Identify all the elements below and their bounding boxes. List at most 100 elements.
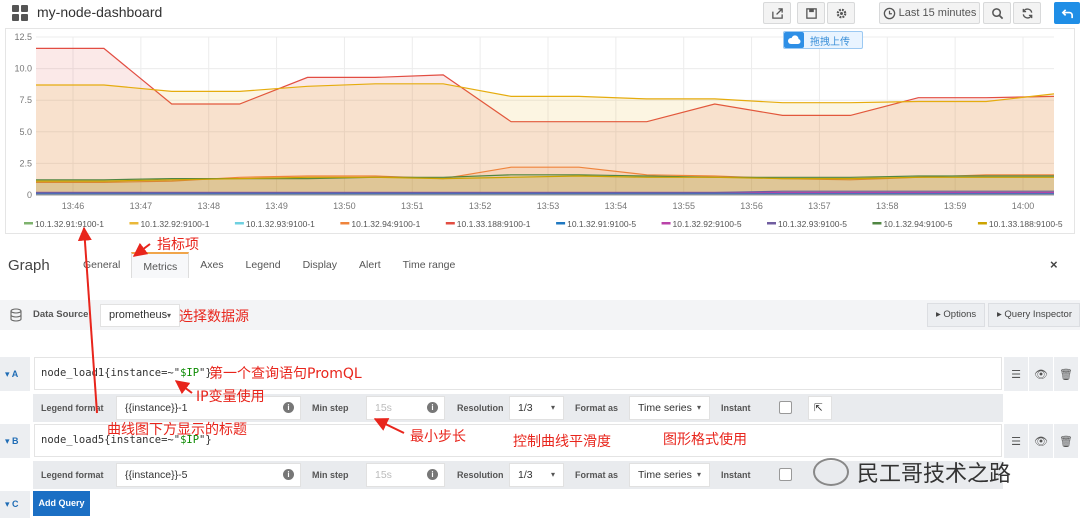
query-b-legend-format-value: {{instance}}-5 [125, 469, 188, 481]
legend-swatch [977, 222, 987, 225]
annotation-ip-variable: IP变量使用 [196, 389, 265, 405]
query-b-min-step-input[interactable]: 15s i [366, 463, 445, 487]
query-a-min-step-placeholder: 15s [375, 402, 392, 414]
legend-swatch [767, 222, 776, 225]
query-b-legend-format-input[interactable]: {{instance}}-5 i [116, 463, 301, 487]
top-navbar: my-node-dashboard Last 15 minutes [0, 0, 1080, 28]
annotation-data-source: 选择数据源 [179, 309, 249, 325]
watermark-text: 民工哥技术之路 [857, 462, 1012, 487]
query-a-expr-prefix: node_load1{instance=~" [41, 367, 181, 379]
x-tick-label: 13:46 [62, 201, 85, 211]
legend-swatch [556, 222, 566, 225]
legend-swatch [234, 222, 244, 225]
editor-tabs: General Metrics Axes Legend Display Aler… [72, 252, 466, 278]
time-picker-button[interactable]: Last 15 minutes [879, 2, 980, 24]
tab-axes[interactable]: Axes [189, 252, 234, 278]
x-tick-label: 13:55 [672, 201, 695, 211]
query-a-format-as-value: Time series [638, 402, 692, 414]
query-a-format-as-select[interactable]: Time series ▾ [629, 396, 710, 420]
query-b-instant-label: Instant [721, 470, 751, 480]
x-tick-label: 13:47 [130, 201, 153, 211]
chevron-down-icon: ▾ [696, 470, 701, 479]
back-button[interactable] [1054, 2, 1080, 24]
query-a-min-step-label: Min step [312, 403, 349, 413]
query-b-menu-icon[interactable]: ☰ [1003, 424, 1028, 458]
query-a-legend-format-value: {{instance}}-1 [125, 402, 188, 414]
query-b-instant-checkbox[interactable] [779, 468, 792, 481]
query-inspector-label: Query Inspector [1004, 309, 1073, 320]
upload-badge[interactable]: 拖拽上传 [783, 31, 863, 49]
legend-item: 10.1.32.94:9100-1 [351, 219, 420, 229]
query-a-expression-input[interactable]: node_load1{instance=~"$IP"} [34, 357, 1002, 390]
query-a-instant-checkbox[interactable] [779, 401, 792, 414]
query-a-min-step-input[interactable]: 15s i [366, 396, 445, 420]
share-button[interactable] [763, 2, 791, 24]
x-tick-label: 14:00 [1012, 201, 1035, 211]
query-b-letter: B [12, 436, 19, 446]
x-tick-label: 13:54 [605, 201, 628, 211]
upload-badge-label: 拖拽上传 [810, 36, 850, 48]
legend-swatch [340, 222, 350, 225]
legend-swatch [445, 222, 455, 225]
legend-swatch [24, 222, 33, 225]
graph-panel[interactable]: 0 2.5 5.0 7.5 10.0 12.5 13:46 13:47 13:48 13:49 13… [5, 28, 1075, 234]
query-b-min-step-placeholder: 15s [375, 469, 392, 481]
query-b-format-as-value: Time series [638, 469, 692, 481]
tab-time-range[interactable]: Time range [392, 252, 467, 278]
panel-type-title: Graph [8, 257, 50, 274]
chevron-down-icon: ▾ [550, 470, 555, 479]
info-icon: i [427, 402, 438, 413]
save-icon [805, 7, 817, 19]
x-tick-label: 13:48 [197, 201, 220, 211]
annotation-format: 图形格式使用 [663, 432, 747, 448]
cloud-upload-icon [784, 32, 804, 48]
x-tick-label: 13:57 [808, 201, 831, 211]
data-source-label: Data Source [33, 309, 89, 320]
legend-item: 10.1.32.91:9100-1 [35, 219, 104, 229]
query-a-ip-variable: $IP [180, 367, 200, 379]
x-tick-label: 13:56 [740, 201, 763, 211]
query-b-format-as-select[interactable]: Time series ▾ [629, 463, 710, 487]
query-a-trash-icon[interactable]: 🗑 [1053, 357, 1078, 391]
chevron-down-icon: ▾ [166, 311, 171, 320]
query-b-resolution-select[interactable]: 1/3 ▾ [509, 463, 564, 487]
close-editor-icon[interactable]: × [1050, 257, 1058, 272]
query-a-eye-icon[interactable]: 👁 [1028, 357, 1053, 391]
tab-display[interactable]: Display [292, 252, 348, 278]
query-b-eye-icon[interactable]: 👁 [1028, 424, 1053, 458]
query-a-legend-format-label: Legend format [41, 403, 104, 413]
save-button[interactable] [797, 2, 825, 24]
load-graph[interactable]: 0 2.5 5.0 7.5 10.0 12.5 13:46 13:47 13:48 13:49 13… [6, 29, 1076, 235]
chevron-down-icon: ▾ [696, 403, 701, 412]
query-a-menu-icon[interactable]: ☰ [1003, 357, 1028, 391]
query-b-trash-icon[interactable]: 🗑 [1053, 424, 1078, 458]
x-tick-label: 13:59 [944, 201, 967, 211]
annotation-metrics-tab: 指标项 [157, 237, 199, 253]
tab-alert[interactable]: Alert [348, 252, 392, 278]
query-a-toggle[interactable]: ▾ A [0, 357, 30, 391]
watermark: 民工哥技术之路 [813, 456, 1011, 488]
add-query-button[interactable]: Add Query [33, 491, 90, 516]
query-a-options-row: Legend format {{instance}}-1 i Min step 1… [33, 394, 1003, 422]
query-a-resolution-select[interactable]: 1/3 ▾ [509, 396, 564, 420]
annotation-legend-title: 曲线图下方显示的标题 [107, 422, 247, 438]
query-a-resolution-value: 1/3 [518, 402, 533, 414]
query-c-toggle[interactable]: ▾ C [0, 491, 30, 518]
dashboard-title[interactable]: my-node-dashboard [37, 4, 162, 20]
dashboard-grid-icon[interactable] [12, 5, 28, 21]
legend-item: 10.1.32.92:9100-1 [140, 219, 209, 229]
tab-metrics[interactable]: Metrics [131, 252, 190, 278]
options-button[interactable]: ▸ Options [927, 303, 985, 327]
query-inspector-button[interactable]: ▸ Query Inspector [988, 303, 1080, 327]
settings-button[interactable] [827, 2, 855, 24]
tab-general[interactable]: General [72, 252, 131, 278]
refresh-button[interactable] [1013, 2, 1041, 24]
wechat-logo-icon [813, 458, 849, 486]
x-tick-label: 13:50 [333, 201, 356, 211]
tab-legend[interactable]: Legend [235, 252, 292, 278]
query-b-toggle[interactable]: ▾ B [0, 424, 30, 458]
query-a-external-link-icon[interactable]: ⇱ [808, 396, 832, 420]
zoom-out-button[interactable] [983, 2, 1011, 24]
data-source-select[interactable]: prometheus ▾ [100, 304, 180, 327]
share-icon [771, 7, 783, 19]
